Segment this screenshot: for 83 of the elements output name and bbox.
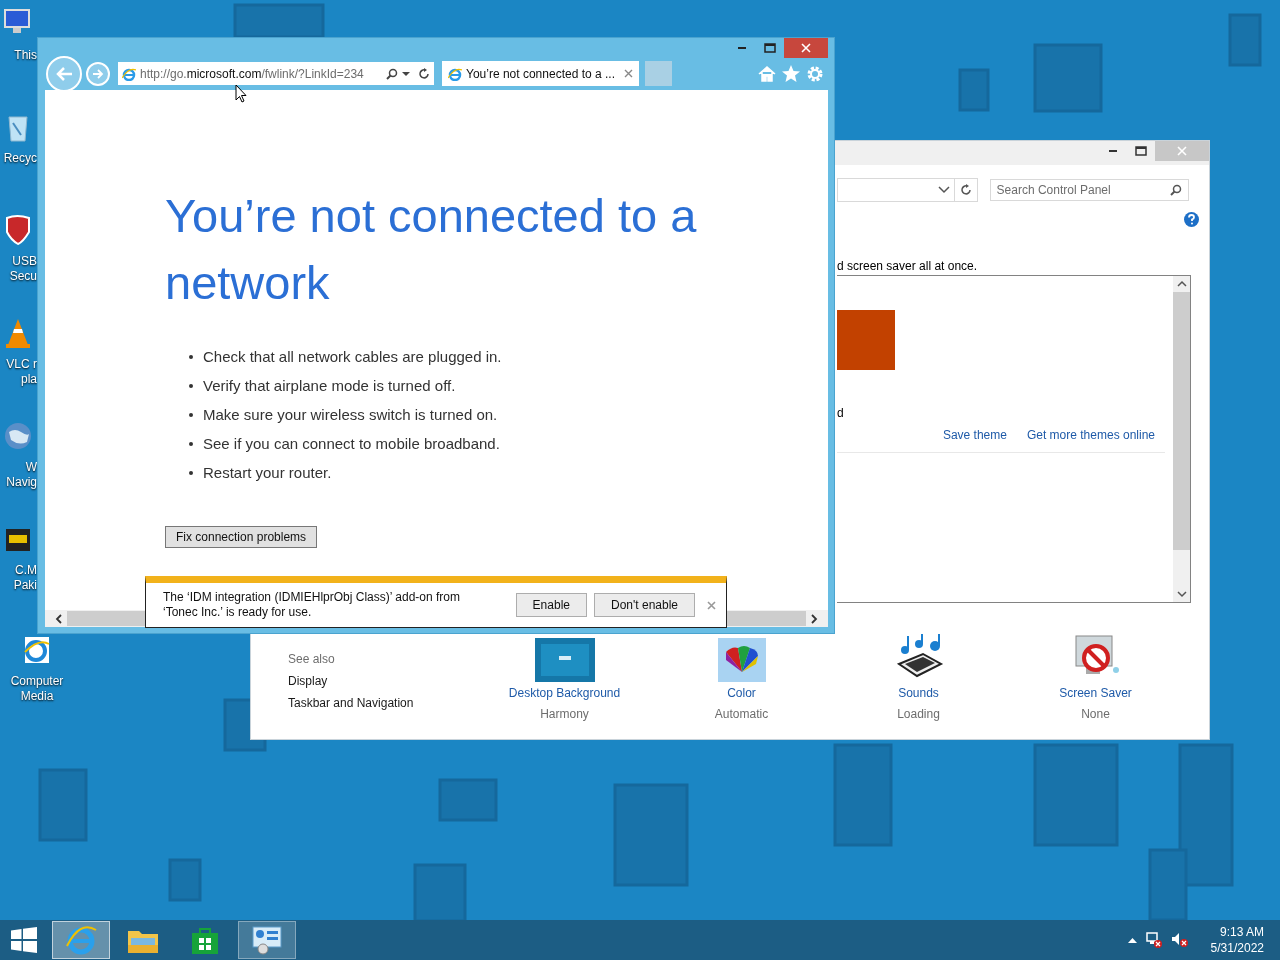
internet-explorer-icon	[122, 66, 136, 81]
dropdown-icon[interactable]	[937, 186, 950, 194]
setting-link[interactable]: Desktop Background	[508, 686, 621, 700]
desktop-icon-label[interactable]: W Navig	[6, 460, 37, 490]
wallpaper-square	[958, 68, 990, 112]
address-field[interactable]	[837, 178, 978, 202]
dropdown-icon[interactable]	[402, 70, 410, 77]
desktop-icon-label[interactable]: C.M Paki	[13, 563, 37, 593]
search-icon[interactable]	[386, 67, 398, 80]
see-also-link[interactable]: Taskbar and Navigation	[288, 696, 476, 710]
troubleshooting-tip: See if you can connect to mobile broadband.	[203, 435, 500, 452]
search-field[interactable]: Search Control Panel	[989, 179, 1189, 201]
desktop-icon-label[interactable]: USB Secu	[9, 254, 37, 284]
theme-caption: d	[837, 406, 845, 422]
clock-date[interactable]: 5/31/2022	[1210, 940, 1264, 956]
maximize-icon	[764, 43, 776, 53]
refresh-icon[interactable]	[959, 184, 972, 196]
shopping-bag-icon[interactable]	[190, 925, 220, 955]
windows-logo-icon	[11, 927, 37, 953]
speaker-muted-icon[interactable]	[1170, 932, 1189, 948]
description-text: d screen saver all at once.	[836, 259, 979, 275]
search-icon[interactable]	[1170, 184, 1182, 196]
browser-tab[interactable]: You’re not connected to a ...	[442, 61, 639, 86]
bullet-icon	[189, 470, 193, 475]
notification-message: The ‘IDM integration (IDMIEHlprObj Class)’ add-on from ‘Tonec Inc.’ is ready for use.	[163, 590, 461, 620]
desktop-icon-label[interactable]: VLC r pla	[6, 357, 37, 387]
see-also-link[interactable]: Display	[288, 674, 476, 688]
desktop-icon-label[interactable]: This	[14, 48, 37, 63]
setting-link[interactable]: Screen Saver	[1059, 686, 1132, 700]
bullet-icon	[189, 354, 193, 359]
setting-value: None	[1081, 707, 1110, 721]
troubleshooting-tip: Check that all network cables are plugged in.	[203, 348, 502, 365]
internet-explorer-icon	[448, 66, 462, 81]
setting-link[interactable]: Sounds	[898, 686, 939, 700]
color-fan-icon[interactable]	[717, 638, 766, 682]
bullet-icon	[189, 412, 193, 417]
scroll-left-icon[interactable]	[55, 613, 63, 624]
bullet-icon	[189, 383, 193, 388]
control-panel-icon[interactable]	[251, 925, 283, 955]
setting-value: Loading	[897, 707, 940, 721]
close-icon[interactable]	[707, 600, 716, 610]
wallpaper-square	[1228, 13, 1262, 67]
setting-value: Automatic	[714, 707, 769, 721]
help-icon[interactable]	[1184, 212, 1199, 227]
address-bar[interactable]: http://go.microsoft.com/fwlink/?LinkId=234	[118, 62, 434, 85]
right-arrow-icon	[92, 68, 104, 79]
bullet-icon	[189, 441, 193, 446]
desktop-icon-label[interactable]: Computer Media	[10, 674, 64, 704]
scrollbar[interactable]	[1173, 276, 1190, 602]
minimize-icon	[1109, 150, 1117, 152]
error-heading: You’re not connected to a network	[165, 188, 698, 311]
wallpaper-thumbnail-icon[interactable]	[534, 638, 595, 682]
close-icon[interactable]	[624, 69, 633, 78]
theme-link[interactable]: Save theme	[942, 428, 1007, 442]
see-also-heading: See also	[288, 652, 336, 666]
clock-time[interactable]: 9:13 AM	[1219, 924, 1264, 940]
wallpaper-square	[438, 778, 498, 822]
refresh-icon[interactable]	[418, 67, 430, 80]
setting-link[interactable]: Color	[727, 686, 756, 700]
left-arrow-icon	[55, 65, 73, 82]
close-icon	[801, 43, 811, 53]
scroll-up-icon[interactable]	[1176, 280, 1187, 288]
troubleshooting-tip: Verify that airplane mode is turned off.	[203, 377, 456, 394]
theme-link[interactable]: Get more themes online	[1026, 428, 1155, 442]
scroll-right-icon[interactable]	[810, 613, 818, 624]
scroll-down-icon[interactable]	[1176, 590, 1187, 598]
troubleshooting-tip: Make sure your wireless switch is turned on.	[203, 406, 498, 423]
network-disconnected-icon[interactable]	[1144, 932, 1163, 948]
setting-value: Harmony	[540, 707, 589, 721]
troubleshooting-tip: Restart your router.	[203, 464, 332, 481]
star-icon[interactable]	[782, 65, 800, 82]
desktop-icon-label[interactable]: Recyc	[3, 151, 37, 166]
notification-button[interactable]: Enable	[515, 593, 587, 617]
notification-button[interactable]: Don't enable	[594, 593, 695, 617]
fix-connection-button[interactable]: Fix connection problems	[165, 526, 318, 548]
maximize-icon	[1135, 146, 1147, 156]
wallpaper-square	[1033, 43, 1103, 113]
wallpaper-square	[168, 858, 202, 902]
minimize-icon	[738, 47, 746, 49]
close-icon	[1177, 146, 1187, 156]
taskbar-app[interactable]	[238, 921, 296, 959]
show-hidden-icons-icon[interactable]	[1127, 937, 1137, 943]
theme-color-swatch[interactable]	[837, 310, 895, 370]
